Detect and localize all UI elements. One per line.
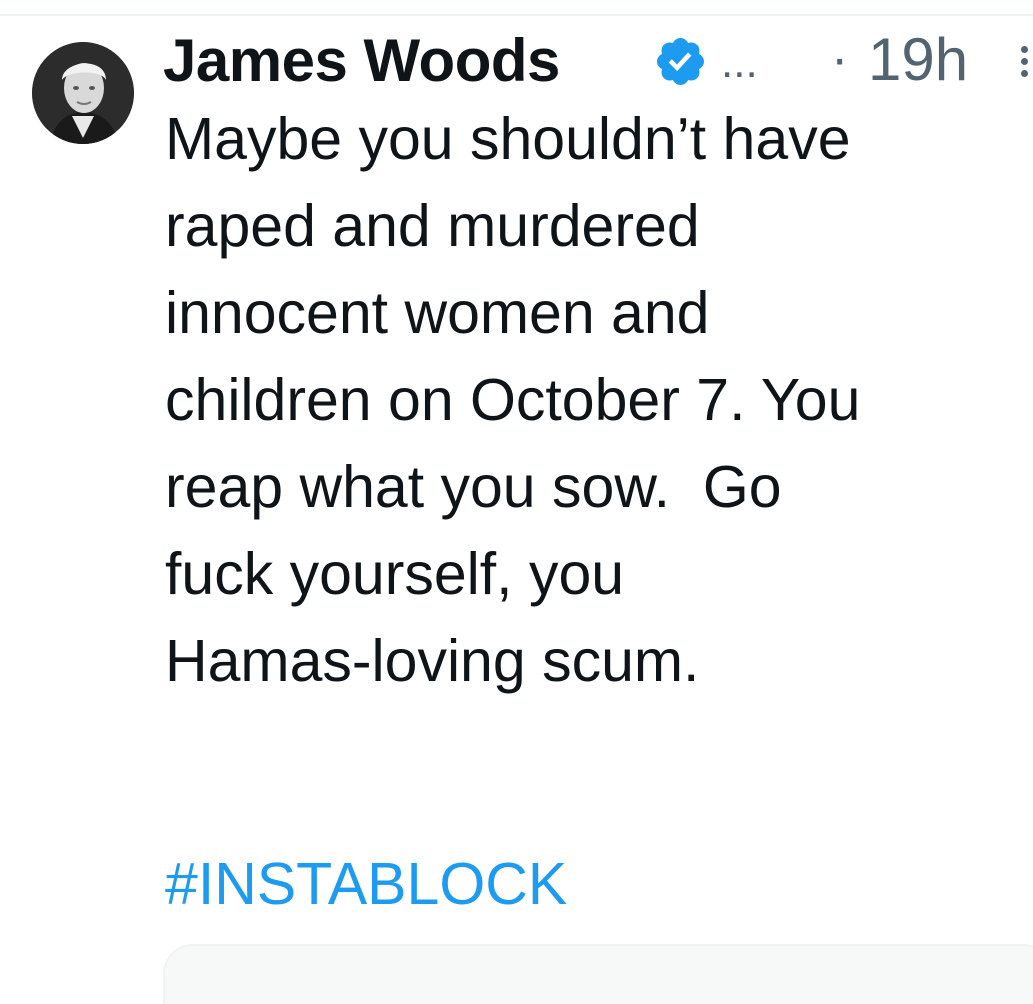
timestamp-separator: · <box>831 30 849 88</box>
tweet-text-line: children on October 7. You <box>165 367 861 433</box>
tweet-text-line: Maybe you shouldn’t have <box>165 106 851 172</box>
top-divider <box>0 14 1033 16</box>
tweet-text-line: raped and murdered <box>165 193 700 259</box>
tweet-text-line: Hamas-loving scum. <box>165 628 700 694</box>
embedded-card[interactable] <box>163 944 1033 1004</box>
author-display-name[interactable]: James Woods <box>163 22 560 100</box>
tweet-text-line: reap what you sow. Go <box>165 454 782 520</box>
more-options-icon[interactable] <box>1018 46 1030 86</box>
tweet-header: James Woods ... · 19h <box>163 22 1033 100</box>
avatar-photo <box>32 42 134 144</box>
tweet-text-line: fuck yourself, you <box>165 541 625 607</box>
tweet-timestamp[interactable]: 19h <box>868 22 968 98</box>
tweet-body: Maybe you shouldn’t have raped and murde… <box>165 96 1025 705</box>
verified-badge-icon[interactable] <box>653 34 708 89</box>
author-avatar[interactable] <box>32 42 134 144</box>
tweet-text-line: innocent women and <box>165 280 710 346</box>
name-truncation-ellipsis: ... <box>721 38 758 87</box>
hashtag-link[interactable]: #INSTABLOCK <box>165 844 567 924</box>
